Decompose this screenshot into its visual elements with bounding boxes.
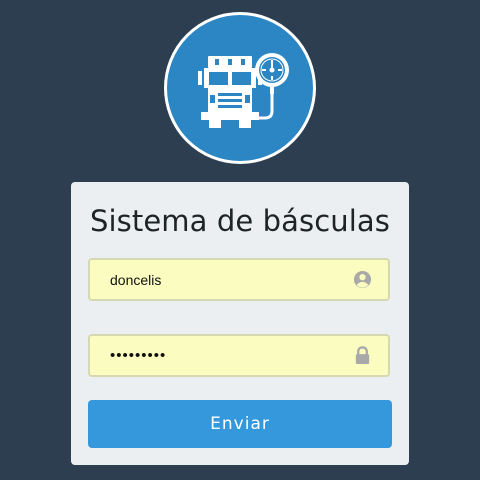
- username-field-wrapper: [88, 258, 390, 301]
- login-page: Sistema de básculas Enviar: [0, 0, 480, 480]
- form-title: Sistema de básculas: [90, 204, 390, 238]
- lock-icon: [355, 346, 370, 365]
- password-field-wrapper: [88, 334, 390, 377]
- app-logo: [164, 12, 316, 164]
- password-input[interactable]: [90, 336, 350, 375]
- submit-button[interactable]: Enviar: [88, 400, 392, 448]
- user-icon: [353, 270, 372, 289]
- login-form: Sistema de básculas Enviar: [71, 182, 409, 465]
- truck-scale-icon: [198, 53, 289, 128]
- username-input[interactable]: [90, 260, 350, 299]
